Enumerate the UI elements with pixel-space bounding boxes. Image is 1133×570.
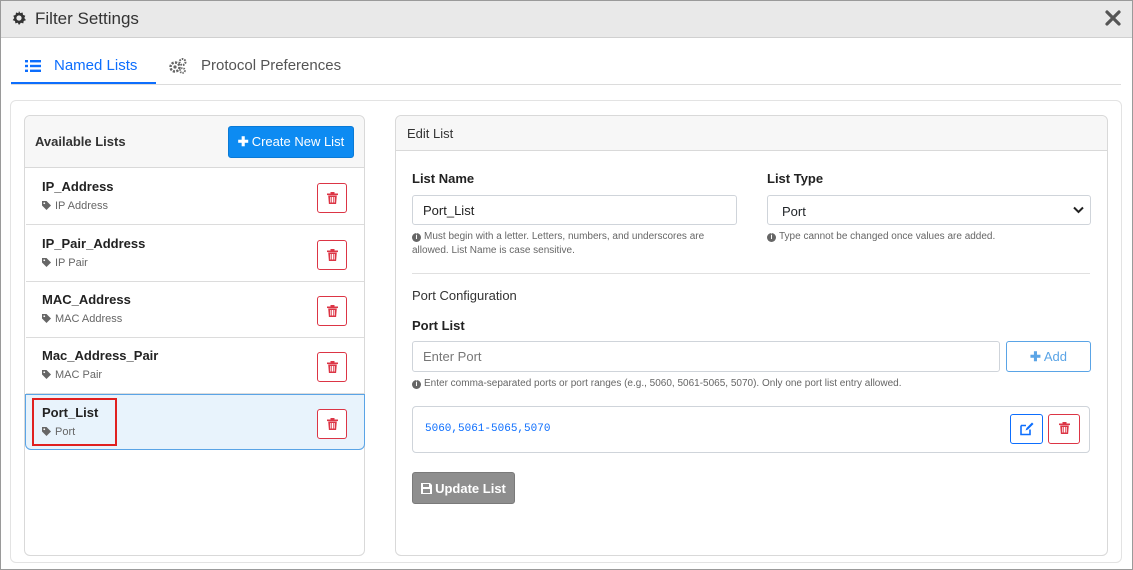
enter-port-input[interactable] <box>412 341 1000 372</box>
edit-list-title: Edit List <box>407 126 454 141</box>
create-new-list-button[interactable]: ✚ Create New List <box>228 126 354 158</box>
edit-icon <box>1020 422 1034 436</box>
port-entry-value: 5060,5061-5065,5070 <box>425 423 551 435</box>
tag-icon <box>42 201 51 210</box>
filter-settings-window: Filter Settings Named Lists Protocol Pre… <box>0 0 1133 570</box>
update-list-label: Update List <box>435 480 506 496</box>
gear-icon <box>12 11 26 25</box>
list-icon <box>25 60 41 72</box>
edit-list-panel: Edit List List Name iMust begin with a l… <box>395 115 1108 556</box>
list-item-name: Mac_Address_Pair <box>42 348 159 363</box>
plus-icon: ✚ <box>1029 348 1041 364</box>
info-icon: i <box>412 233 421 242</box>
edit-port-entry-button[interactable] <box>1010 414 1043 444</box>
trash-icon <box>327 305 338 317</box>
trash-icon <box>1059 422 1070 434</box>
list-item-type-label: Port <box>55 426 76 438</box>
create-new-list-label: Create New List <box>251 134 345 149</box>
list-item-type: IP Pair <box>42 257 88 269</box>
delete-list-button[interactable] <box>317 183 347 213</box>
list-item-type-label: MAC Address <box>55 313 123 325</box>
title-bar: Filter Settings <box>1 1 1132 38</box>
tab-protocol-preferences-label: Protocol Preferences <box>201 57 342 74</box>
list-name-hint-line2: allowed. List Name is case sensitive. <box>412 245 575 256</box>
list-item-type: Port <box>42 426 75 438</box>
edit-list-header: Edit List <box>396 116 1107 151</box>
list-type-select[interactable]: Port <box>767 195 1091 225</box>
tab-protocol-preferences[interactable]: Protocol Preferences <box>169 55 369 85</box>
list-item-type-label: IP Address <box>55 200 108 212</box>
list-item-name: MAC_Address <box>42 292 131 307</box>
tag-icon <box>42 370 51 379</box>
list-name-label: List Name <box>412 171 475 186</box>
list-item-type-label: MAC Pair <box>55 369 103 381</box>
list-item-mac-address-pair[interactable]: Mac_Address_Pair MAC Pair <box>26 338 364 394</box>
list-item-type: IP Address <box>42 200 108 212</box>
list-item-name: Port_List <box>42 405 99 420</box>
tag-icon <box>42 258 51 267</box>
list-type-value: Port <box>782 204 806 219</box>
tag-icon <box>42 314 51 323</box>
list-item-name: IP_Address <box>42 179 114 194</box>
delete-list-button[interactable] <box>317 352 347 382</box>
add-port-button[interactable]: ✚ Add <box>1006 341 1091 372</box>
list-type-hint: i Type cannot be changed once values are … <box>767 230 1087 244</box>
trash-icon <box>327 249 338 261</box>
list-type-label: List Type <box>767 171 824 186</box>
list-name-input[interactable] <box>412 195 737 225</box>
trash-icon <box>327 361 338 373</box>
window-title: Filter Settings <box>35 9 139 28</box>
list-item-type-label: IP Pair <box>55 257 88 269</box>
list-item-port-list[interactable]: Port_List Port <box>25 394 365 450</box>
port-list-hint: i Enter comma-separated ports or port ran… <box>412 377 1092 391</box>
section-divider <box>412 273 1090 274</box>
list-item-type: MAC Address <box>42 313 122 325</box>
list-item-mac-address[interactable]: MAC_Address MAC Address <box>26 282 364 338</box>
port-list-entry: 5060,5061-5065,5070 <box>412 406 1090 453</box>
list-item-name: IP_Pair_Address <box>42 236 146 251</box>
list-type-hint-text: Type cannot be changed once values are a… <box>779 231 996 242</box>
port-list-label: Port List <box>412 318 465 333</box>
trash-icon <box>327 192 338 204</box>
gears-icon <box>169 58 187 74</box>
info-icon: i <box>412 380 421 389</box>
tab-named-lists[interactable]: Named Lists <box>11 55 156 85</box>
chevron-down-icon <box>1073 206 1084 214</box>
tag-icon <box>42 427 51 436</box>
delete-list-button[interactable] <box>317 296 347 326</box>
tab-named-lists-label: Named Lists <box>54 57 138 74</box>
available-lists-panel: Available Lists ✚ Create New List IP_Addr… <box>24 115 365 556</box>
list-item-ip-pair-address[interactable]: IP_Pair_Address IP Pair <box>26 226 364 282</box>
info-icon: i <box>767 233 776 242</box>
close-icon[interactable] <box>1104 9 1122 27</box>
list-name-hint-line1: Must begin with a letter. Letters, numbe… <box>424 231 705 242</box>
available-lists-header: Available Lists ✚ Create New List <box>25 116 364 168</box>
delete-port-entry-button[interactable] <box>1048 414 1080 444</box>
tab-divider <box>11 84 1121 85</box>
update-list-button[interactable]: Update List <box>412 472 515 504</box>
list-item-ip-address[interactable]: IP_Address IP Address <box>26 169 364 225</box>
port-list-hint-text: Enter comma-separated ports or port rang… <box>424 378 902 389</box>
list-item-type: MAC Pair <box>42 369 102 381</box>
delete-list-button[interactable] <box>317 409 347 439</box>
port-configuration-title: Port Configuration <box>412 288 517 303</box>
available-lists-title: Available Lists <box>35 134 126 149</box>
list-name-hint: i Must begin with a letter. Letters, numb… <box>412 230 732 258</box>
plus-icon: ✚ <box>237 134 249 149</box>
delete-list-button[interactable] <box>317 240 347 270</box>
save-icon <box>421 482 433 494</box>
tab-bar: Named Lists Protocol Preferences <box>1 39 1132 87</box>
trash-icon <box>327 418 338 430</box>
add-port-label: Add <box>1043 348 1068 364</box>
